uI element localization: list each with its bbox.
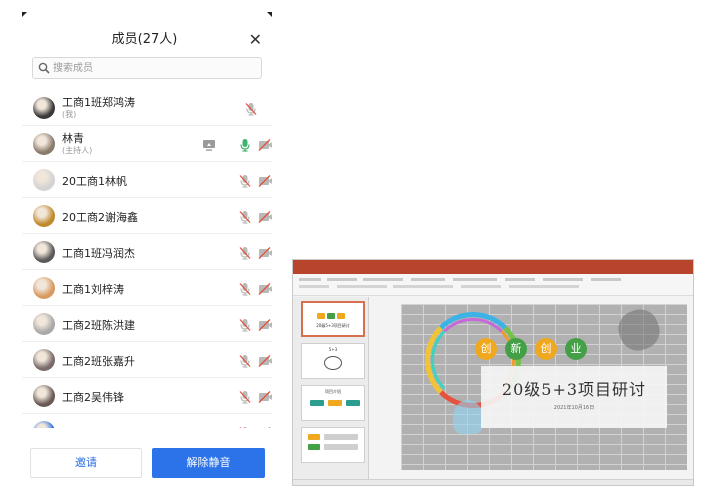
member-row[interactable]: 工商1班郑鸿涛 (我) bbox=[22, 90, 272, 126]
unmute-all-button[interactable]: 解除静音 bbox=[152, 448, 265, 478]
member-role: (我) bbox=[62, 110, 77, 119]
microphone-muted-icon[interactable] bbox=[238, 353, 252, 368]
camera-off-icon[interactable] bbox=[258, 281, 272, 295]
slide-thumbnail[interactable]: 20级5+3项目研讨 bbox=[301, 301, 365, 337]
member-row[interactable]: 工商1刘梓涛 bbox=[22, 270, 272, 306]
ppt-status-bar bbox=[293, 479, 693, 485]
camera-off-icon[interactable] bbox=[258, 245, 272, 259]
member-name: 20工商2谢海鑫 bbox=[62, 211, 138, 224]
member-name: 林青 bbox=[62, 132, 84, 145]
microphone-muted-icon[interactable] bbox=[244, 101, 258, 116]
slide-thumbnail[interactable]: 5+3 bbox=[301, 343, 365, 379]
thumb-title: 5+3 bbox=[328, 347, 338, 352]
slide-badge: 创 bbox=[475, 338, 497, 360]
avatar bbox=[33, 133, 55, 155]
member-row[interactable]: 昱君 bbox=[22, 414, 272, 428]
camera-off-icon[interactable] bbox=[258, 137, 272, 151]
avatar bbox=[33, 313, 55, 335]
camera-off-icon[interactable] bbox=[258, 389, 272, 403]
member-row[interactable]: 工商1班冯润杰 bbox=[22, 234, 272, 270]
panel-footer: 邀请 解除静音 bbox=[22, 444, 272, 484]
member-row[interactable]: 林青 (主持人) bbox=[22, 126, 272, 162]
slide-title-band: 20级5+3项目研讨 2021年10月16日 bbox=[481, 366, 667, 428]
member-name: 昱君 bbox=[62, 425, 84, 428]
camera-off-icon[interactable] bbox=[258, 353, 272, 367]
member-name: 工商1班冯润杰 bbox=[62, 247, 135, 260]
microphone-muted-icon[interactable] bbox=[238, 281, 252, 296]
microphone-muted-icon[interactable] bbox=[238, 245, 252, 260]
slide-thumbnail[interactable] bbox=[301, 427, 365, 463]
microphone-muted-icon[interactable] bbox=[238, 317, 252, 332]
thumb-title: 20级5+3项目研讨 bbox=[316, 323, 350, 328]
thumb-title: 项目介绍 bbox=[325, 389, 341, 394]
avatar bbox=[33, 205, 55, 227]
slide-thumbnails[interactable]: 20级5+3项目研讨 5+3 项目介绍 bbox=[293, 297, 369, 479]
slide-badge: 创 bbox=[535, 338, 557, 360]
microphone-muted-icon[interactable] bbox=[238, 389, 252, 404]
member-name: 工商1刘梓涛 bbox=[62, 283, 124, 296]
screen-stage: 成员(27人) ✕ 工商1班郑鸿涛(我)林青(主持人)20工商1林帆20工商2谢… bbox=[0, 0, 708, 497]
member-name: 20工商1林帆 bbox=[62, 175, 127, 188]
member-name: 工商1班郑鸿涛 bbox=[62, 96, 135, 109]
avatar bbox=[33, 277, 55, 299]
microphone-muted-icon[interactable] bbox=[238, 173, 252, 188]
slide-badge: 新 bbox=[505, 338, 527, 360]
microphone-muted-icon[interactable] bbox=[238, 209, 252, 224]
member-row[interactable]: 工商2吴伟锋 bbox=[22, 378, 272, 414]
microphone-muted-icon[interactable] bbox=[238, 425, 252, 428]
panel-title: 成员(27人) bbox=[111, 32, 178, 47]
member-name: 工商2吴伟锋 bbox=[62, 391, 124, 404]
slide-date: 2021年10月16日 bbox=[553, 405, 595, 411]
avatar bbox=[33, 169, 55, 191]
ppt-title-bar bbox=[293, 260, 693, 268]
camera-off-icon[interactable] bbox=[258, 425, 272, 428]
member-name: 工商2班陈洪建 bbox=[62, 319, 135, 332]
avatar bbox=[33, 421, 55, 428]
member-role: (主持人) bbox=[62, 146, 93, 155]
member-name: 工商2班张嘉升 bbox=[62, 355, 135, 368]
shared-screen[interactable]: 20级5+3项目研讨 5+3 项目介绍 创 新 创 业 20级5+3项目研讨 2… bbox=[292, 259, 694, 486]
camera-off-icon[interactable] bbox=[258, 173, 272, 187]
avatar bbox=[33, 241, 55, 263]
microphone-icon[interactable] bbox=[238, 137, 252, 152]
member-search[interactable] bbox=[32, 57, 262, 79]
screen-share-icon bbox=[202, 137, 216, 151]
member-row[interactable]: 工商2班张嘉升 bbox=[22, 342, 272, 378]
member-row[interactable]: 20工商2谢海鑫 bbox=[22, 198, 272, 234]
slide-title: 20级5+3项目研讨 bbox=[501, 380, 647, 399]
slide-canvas[interactable]: 创新创业 20级5+3项目研讨 2021年10月16日 bbox=[401, 304, 687, 470]
members-panel: 成员(27人) ✕ 工商1班郑鸿涛(我)林青(主持人)20工商1林帆20工商2谢… bbox=[22, 12, 272, 490]
avatar bbox=[33, 385, 55, 407]
member-row[interactable]: 20工商1林帆 bbox=[22, 162, 272, 198]
slide-thumbnail[interactable]: 项目介绍 bbox=[301, 385, 365, 421]
corner-marker bbox=[267, 12, 272, 17]
avatar bbox=[33, 349, 55, 371]
search-input[interactable] bbox=[53, 59, 253, 77]
member-row[interactable]: 工商2班陈洪建 bbox=[22, 306, 272, 342]
panel-header: 成员(27人) ✕ bbox=[22, 28, 272, 52]
invite-button[interactable]: 邀请 bbox=[30, 448, 142, 478]
corner-marker bbox=[22, 12, 27, 17]
member-list[interactable]: 工商1班郑鸿涛 (我) 林青 (主持人) 20工商1林帆 20工商2谢海鑫 工商1班冯润杰工… bbox=[22, 90, 272, 428]
search-icon bbox=[38, 62, 50, 74]
ppt-ribbon bbox=[293, 274, 693, 296]
slide-badge: 业 bbox=[565, 338, 587, 360]
camera-off-icon[interactable] bbox=[258, 209, 272, 223]
camera-off-icon[interactable] bbox=[258, 317, 272, 331]
close-icon[interactable]: ✕ bbox=[249, 28, 262, 52]
avatar bbox=[33, 97, 55, 119]
